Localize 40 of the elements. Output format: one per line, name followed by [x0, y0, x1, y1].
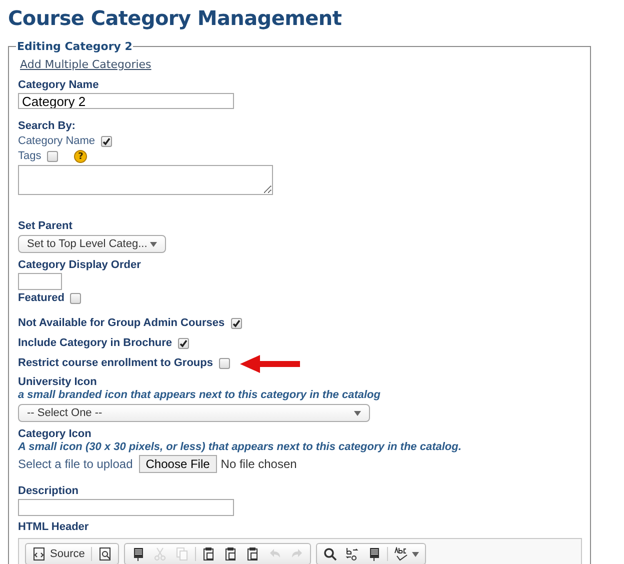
field-label: Featured	[18, 292, 64, 305]
field-label: University Icon	[18, 376, 98, 389]
field-label: Category Icon	[18, 428, 92, 441]
upload-prompt: Select a file to upload	[18, 458, 133, 470]
checkbox[interactable]	[230, 318, 242, 329]
field-hint: a small branded icon that appears next to this category in the catalog	[18, 389, 382, 402]
checkbox-label: Tags	[18, 150, 42, 163]
checkbox[interactable]	[47, 151, 58, 162]
display-order-field[interactable]	[18, 273, 62, 290]
field-label: Category Display Order	[18, 259, 142, 272]
page-title: Course Category Management	[8, 6, 343, 30]
checkbox[interactable]	[178, 338, 190, 349]
document-icon	[32, 547, 46, 561]
spellcheck-icon	[394, 547, 408, 561]
help-icon[interactable]: ?	[74, 150, 88, 163]
description-field[interactable]	[18, 499, 234, 516]
field-label: Description	[18, 485, 80, 498]
checkbox[interactable]	[101, 136, 112, 147]
checkbox[interactable]	[70, 293, 82, 304]
parent-select[interactable]: Set to Top Level Categ...	[18, 235, 166, 253]
field-label: Search By:	[18, 120, 76, 133]
caret-icon	[354, 410, 361, 416]
field-label: Set Parent	[18, 220, 74, 233]
field-label: Include Category in Brochure	[18, 337, 172, 350]
choose-file-button[interactable]: Choose File	[138, 455, 217, 473]
checkbox-label: Category Name	[18, 135, 96, 148]
panel-legend: Editing Category 2	[16, 40, 134, 53]
file-status: No file chosen	[220, 458, 297, 470]
field-label: Category Name	[18, 79, 100, 92]
category-name-field[interactable]: Category 2	[18, 93, 234, 109]
caret-icon	[150, 242, 157, 246]
field-label: Restrict course enrollment to Groups	[18, 357, 213, 370]
field-label: Not Available for Group Admin Courses	[18, 317, 225, 330]
checkbox[interactable]	[218, 358, 230, 369]
field-hint: A small icon (30 x 30 pixels, or less) that appears next to this category in the catalog.	[18, 441, 462, 454]
source-button[interactable]: Source	[28, 545, 89, 563]
caret-icon	[412, 552, 419, 556]
university-icon-select[interactable]: -- Select One --	[18, 404, 370, 422]
add-multiple-categories-link[interactable]: Add Multiple Categories	[20, 58, 152, 71]
field-label: HTML Header	[18, 521, 90, 534]
